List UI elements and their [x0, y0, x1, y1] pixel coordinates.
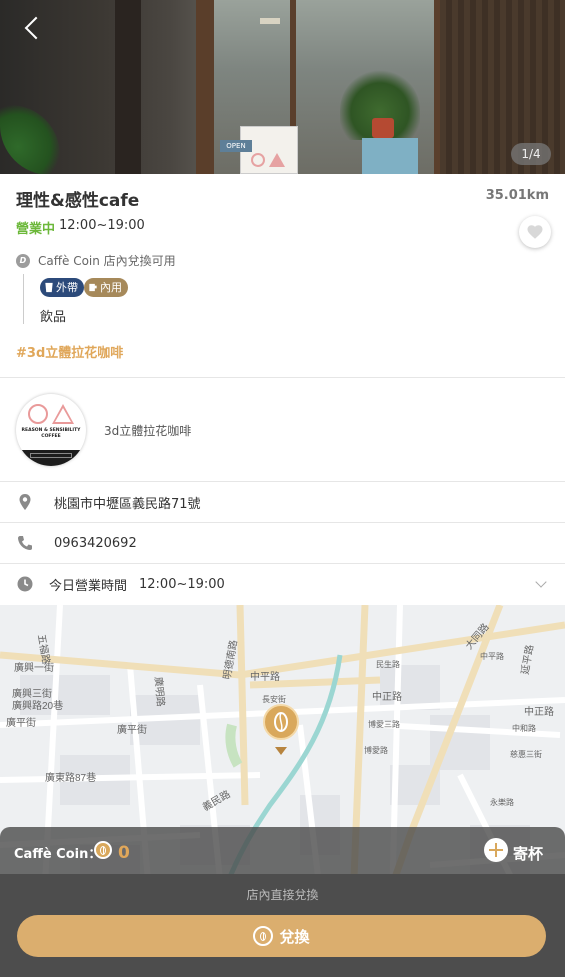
shop-distance: 35.01km [485, 188, 549, 203]
coin-availability-label: Caffè Coin 店內兌換可用 [38, 254, 176, 268]
redeem-button[interactable]: 兌換 [17, 915, 546, 957]
svg-text:博愛路: 博愛路 [364, 745, 388, 755]
takeout-badge: 外帶 [40, 278, 84, 297]
coffee-coin-icon [94, 841, 112, 859]
hero-open-sign: OPEN [220, 140, 252, 152]
shop-hashtag[interactable]: #3d立體拉花咖啡 [16, 342, 123, 361]
location-pin-icon [19, 494, 31, 510]
takeout-label: 外帶 [56, 281, 78, 294]
svg-text:廣平街: 廣平街 [6, 716, 36, 729]
redeem-button-label: 兌換 [279, 927, 310, 946]
cup-icon [45, 282, 53, 293]
heart-icon [527, 225, 543, 239]
mug-icon [89, 283, 97, 292]
svg-text:慈惠三街: 慈惠三街 [510, 749, 542, 759]
shop-description: 3d立體拉花咖啡 [104, 424, 192, 438]
svg-text:廣興三街: 廣興三街 [12, 687, 52, 700]
plant-decoration [0, 105, 60, 174]
back-arrow-icon[interactable] [18, 14, 48, 44]
address-text: 桃園市中壢區義民路71號 [54, 496, 201, 512]
business-hours-row[interactable]: 今日營業時間 12:00~19:00 [0, 564, 565, 604]
open-status: 營業中 [16, 222, 56, 237]
svg-text:廣興路20巷: 廣興路20巷 [12, 699, 63, 712]
phone-text: 0963420692 [54, 535, 137, 551]
svg-text:廣東路87巷: 廣東路87巷 [45, 771, 96, 784]
phone-icon [18, 536, 32, 550]
redeem-panel-label: 店內直接兌換 [246, 888, 319, 902]
svg-text:中和路: 中和路 [512, 723, 536, 733]
divider [0, 377, 565, 378]
hero-pillar [115, 0, 141, 174]
caffe-coin-icon: D [16, 253, 30, 268]
svg-text:廣平街: 廣平街 [117, 723, 147, 736]
hero-pillar [196, 0, 210, 174]
menu-item[interactable]: 飲品 [40, 306, 66, 325]
item-list-line [23, 274, 24, 324]
coin-balance-label: Caffè Coin： [14, 847, 102, 862]
image-page-counter: 1/4 [511, 143, 551, 165]
svg-text:中正路: 中正路 [524, 705, 554, 718]
hero-image[interactable]: OPEN [0, 0, 565, 174]
today-hours-label: 今日營業時間 [49, 578, 128, 594]
coin-bar: Caffè Coin： 0 寄杯 [0, 827, 565, 874]
address-row[interactable]: 桃園市中壢區義民路71號 [0, 482, 565, 522]
shop-name: 理性&感性cafe [16, 191, 140, 211]
redeem-panel: 店內直接兌換 兌換 [0, 874, 565, 977]
map-pin-icon[interactable] [262, 703, 300, 755]
svg-text:中平路: 中平路 [250, 670, 280, 683]
add-cup-button[interactable] [484, 838, 508, 862]
open-hours: 12:00~19:00 [59, 218, 145, 233]
shop-logo: REASON & SENSIBILITY COFFEE [16, 394, 86, 466]
coffee-coin-icon [253, 926, 274, 946]
svg-text:廣興一街: 廣興一街 [14, 661, 54, 674]
svg-text:中平路: 中平路 [480, 651, 504, 661]
coin-balance-value: 0 [118, 843, 130, 863]
coin-availability: D Caffè Coin 店內兌換可用 [16, 252, 176, 269]
hero-lamp [260, 18, 280, 24]
favorite-button[interactable] [519, 216, 551, 248]
chevron-down-icon[interactable] [535, 576, 547, 588]
send-cup-label[interactable]: 寄杯 [513, 843, 543, 864]
hero-pot [372, 118, 394, 138]
svg-text:民生路: 民生路 [376, 659, 400, 669]
clock-icon [17, 576, 33, 592]
hero-stool [362, 138, 418, 174]
dine-in-label: 內用 [100, 281, 122, 294]
svg-text:博愛三路: 博愛三路 [368, 719, 400, 729]
today-hours-value: 12:00~19:00 [139, 576, 225, 592]
svg-text:中正路: 中正路 [372, 690, 402, 703]
dine-in-badge: 內用 [84, 278, 128, 297]
svg-text:永樂路: 永樂路 [490, 797, 514, 807]
phone-row[interactable]: 0963420692 [0, 523, 565, 563]
